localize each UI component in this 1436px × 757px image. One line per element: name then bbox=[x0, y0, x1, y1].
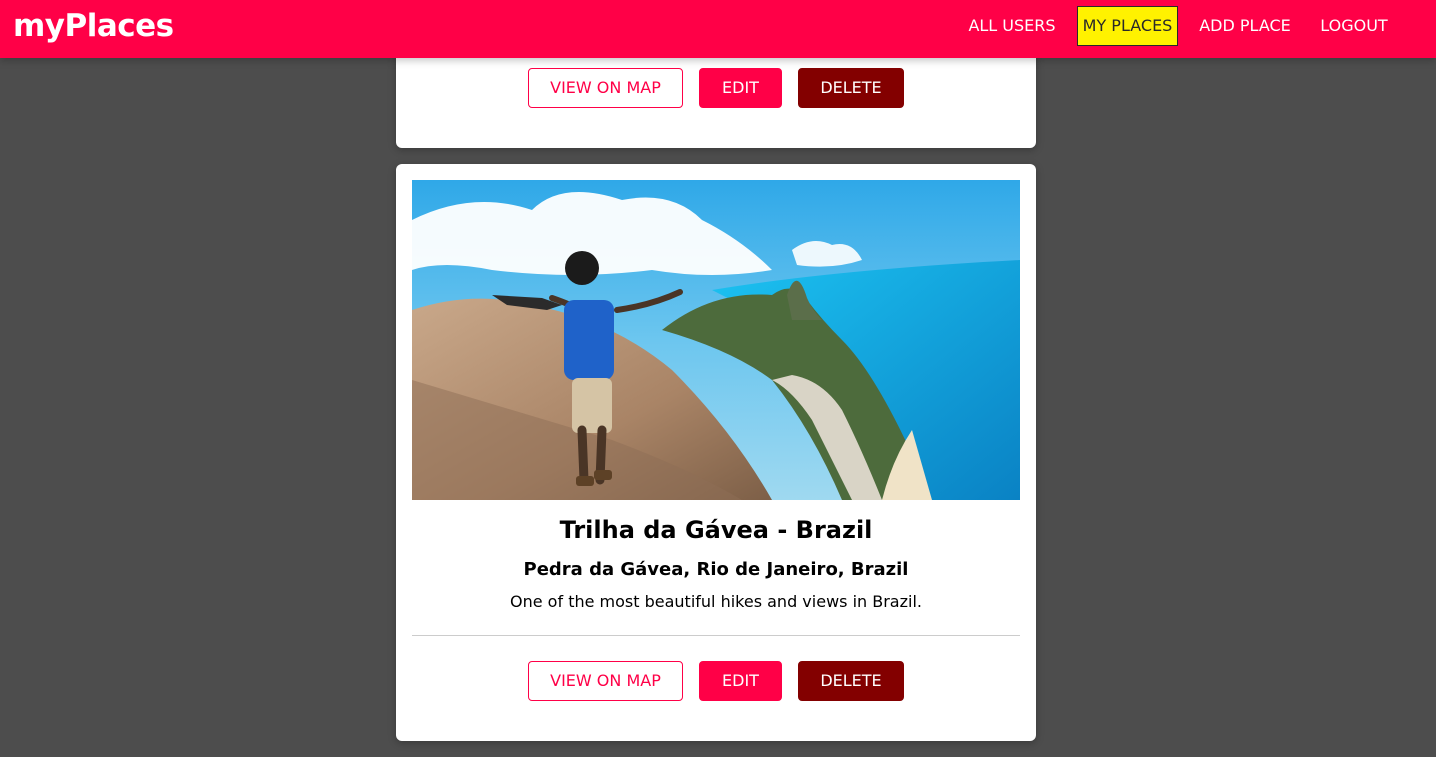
nav-my-places[interactable]: MY PLACES bbox=[1077, 6, 1178, 46]
place-title: Trilha da Gávea - Brazil bbox=[559, 516, 873, 544]
main-header: myPlaces ALL USERS MY PLACES ADD PLACE L… bbox=[0, 0, 1436, 58]
view-on-map-button[interactable]: VIEW ON MAP bbox=[528, 661, 683, 701]
nav-logout[interactable]: LOGOUT bbox=[1314, 6, 1394, 46]
view-on-map-button[interactable]: VIEW ON MAP bbox=[528, 68, 683, 108]
edit-button[interactable]: EDIT bbox=[699, 68, 782, 108]
place-address: Pedra da Gávea, Rio de Janeiro, Brazil bbox=[523, 559, 909, 580]
place-card: Trilha da Gávea - Brazil Pedra da Gávea,… bbox=[396, 164, 1036, 741]
delete-button[interactable]: DELETE bbox=[798, 661, 904, 701]
edit-button[interactable]: EDIT bbox=[699, 661, 782, 701]
card-divider bbox=[412, 635, 1020, 636]
app-logo[interactable]: myPlaces bbox=[13, 8, 174, 44]
place-image bbox=[412, 180, 1020, 500]
delete-button[interactable]: DELETE bbox=[798, 68, 904, 108]
nav-add-place[interactable]: ADD PLACE bbox=[1196, 6, 1294, 46]
place-description: One of the most beautiful hikes and view… bbox=[510, 592, 922, 611]
nav-all-users[interactable]: ALL USERS bbox=[965, 6, 1059, 46]
